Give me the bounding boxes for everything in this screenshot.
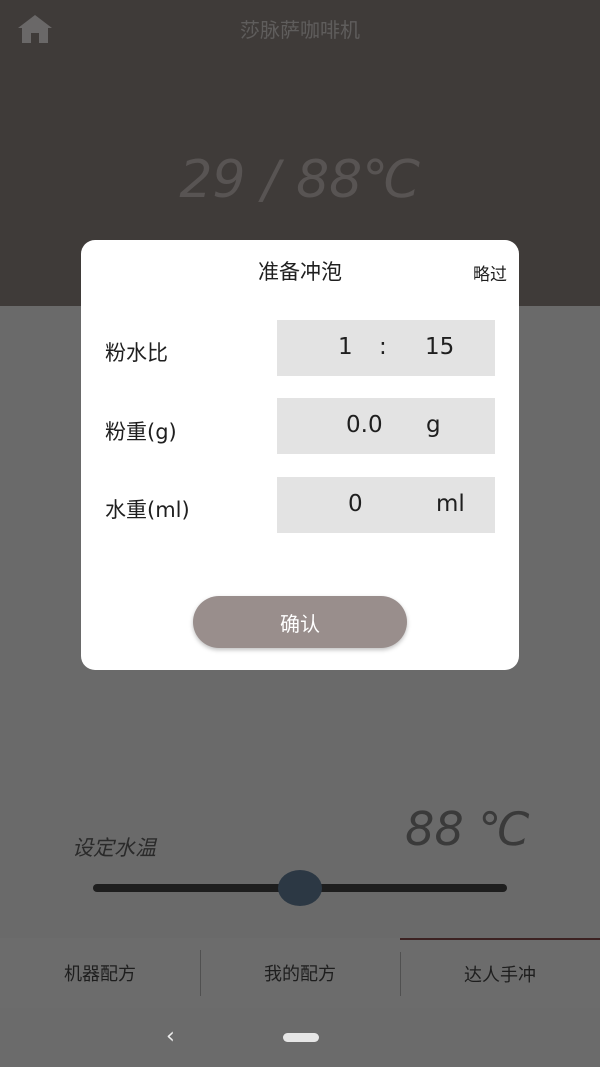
- powder-weight-label: 粉重(g): [105, 420, 177, 444]
- water-weight-field[interactable]: 0 ml: [277, 477, 495, 533]
- powder-weight-unit: g: [426, 412, 441, 438]
- tab-expert-pour-over[interactable]: 达人手冲: [400, 938, 600, 1008]
- set-water-temp-label: 设定水温: [72, 836, 156, 860]
- water-weight-unit: ml: [436, 491, 465, 517]
- ratio-label: 粉水比: [105, 341, 168, 365]
- water-weight-label: 水重(ml): [105, 498, 190, 522]
- ratio-right-value: 15: [425, 334, 455, 360]
- ratio-separator: :: [379, 334, 387, 360]
- back-chevron-icon[interactable]: ‹: [166, 1024, 175, 1049]
- confirm-button[interactable]: 确认: [193, 596, 407, 648]
- home-pill-icon[interactable]: [283, 1033, 319, 1042]
- set-water-temp-value: 88 ℃: [405, 802, 530, 856]
- skip-button[interactable]: 略过: [473, 260, 507, 285]
- water-weight-value: 0: [348, 491, 363, 517]
- powder-weight-field[interactable]: 0.0 g: [277, 398, 495, 454]
- brew-prep-dialog: 准备冲泡 略过 粉水比 1 : 15 粉重(g) 0.0 g 水重(ml) 0 …: [81, 240, 519, 670]
- ratio-left-value: 1: [338, 334, 353, 360]
- powder-weight-value: 0.0: [346, 412, 383, 438]
- app-title: 莎脉萨咖啡机: [240, 18, 360, 42]
- tab-my-recipes[interactable]: 我的配方: [200, 938, 400, 1008]
- temperature-readout: 29 / 88℃: [179, 150, 421, 210]
- dialog-title: 准备冲泡: [258, 260, 342, 284]
- water-temp-slider-thumb[interactable]: [278, 870, 322, 906]
- tab-bar: 机器配方 我的配方 达人手冲: [0, 938, 600, 1008]
- ratio-field[interactable]: 1 : 15: [277, 320, 495, 376]
- tab-machine-recipes[interactable]: 机器配方: [0, 938, 200, 1008]
